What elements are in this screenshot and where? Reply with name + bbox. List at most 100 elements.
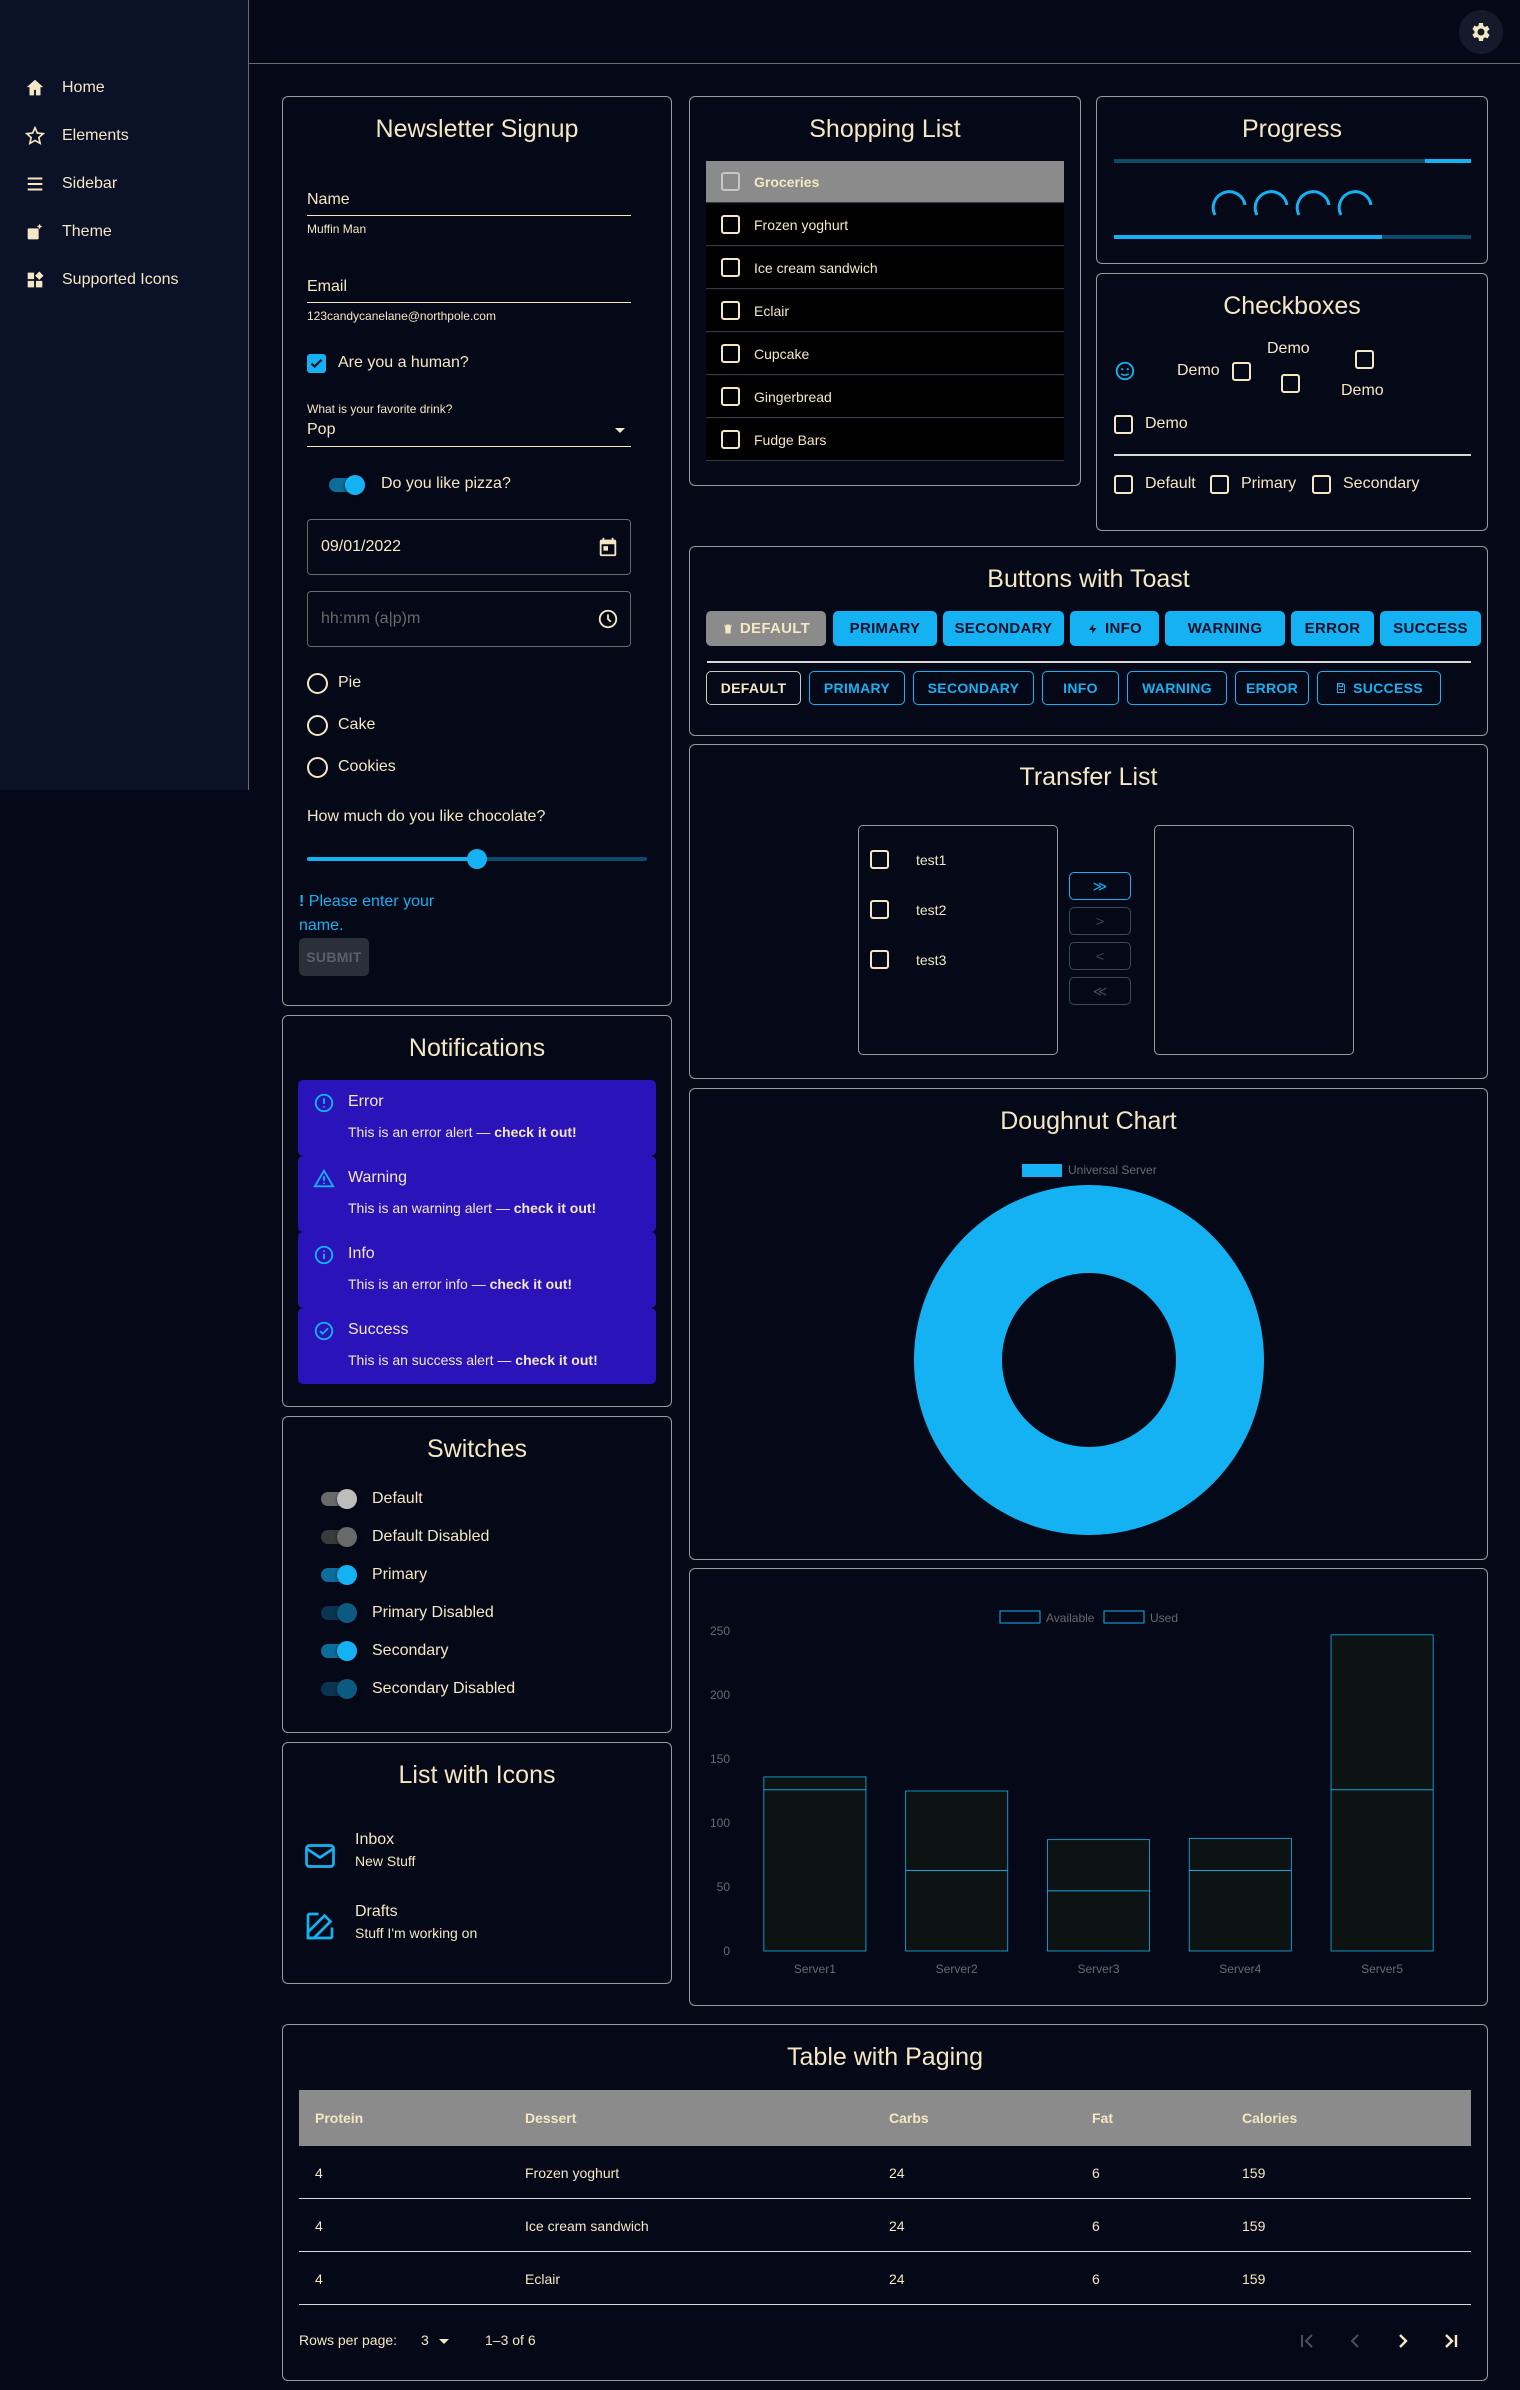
outlined-button-warning[interactable]: WARNING	[1127, 671, 1227, 705]
transfer-item[interactable]: test1	[859, 840, 1057, 880]
demo-checkbox[interactable]	[1281, 374, 1300, 393]
table-row[interactable]: 4 Eclair 24 6 159	[299, 2252, 1471, 2305]
human-checkbox[interactable]	[307, 354, 326, 373]
list-item[interactable]: Fudge Bars	[706, 419, 1064, 461]
switch-default[interactable]	[319, 1487, 359, 1511]
demo-checkbox[interactable]	[1232, 362, 1251, 381]
rows-per-page-select[interactable]: 3	[421, 2330, 455, 2352]
transfer-checkbox[interactable]	[870, 950, 889, 969]
radio-button[interactable]	[307, 715, 328, 736]
move-left-button[interactable]: <	[1069, 942, 1131, 970]
list-item-checkbox[interactable]	[721, 172, 740, 191]
switch-secondary[interactable]	[319, 1639, 359, 1663]
clock-icon[interactable]	[597, 608, 619, 630]
outlined-button-default[interactable]: DEFAULT	[706, 671, 801, 705]
toast-button-warning[interactable]: WARNING	[1165, 611, 1285, 646]
move-all-right-button[interactable]: ≫	[1069, 872, 1131, 900]
legend-swatch[interactable]	[999, 1610, 1041, 1624]
column-header[interactable]: Dessert	[525, 2110, 576, 2126]
transfer-checkbox[interactable]	[870, 900, 889, 919]
sidebar-item-supported-icons[interactable]: Supported Icons	[0, 256, 248, 304]
sidebar-item-sidebar[interactable]: Sidebar	[0, 160, 248, 208]
bar-used[interactable]	[1188, 1869, 1292, 1952]
switch-primary[interactable]	[319, 1563, 359, 1587]
sidebar-item-elements[interactable]: Elements	[0, 112, 248, 160]
list-item-checkbox[interactable]	[721, 344, 740, 363]
list-item-checkbox[interactable]	[721, 387, 740, 406]
radio-button[interactable]	[307, 757, 328, 778]
outlined-button-success[interactable]: SUCCESS	[1317, 671, 1441, 705]
name-field[interactable]	[307, 215, 631, 216]
first-page-icon[interactable]	[1295, 2329, 1319, 2353]
radio-option[interactable]: Pie	[307, 672, 507, 696]
legend-swatch[interactable]	[1103, 1610, 1145, 1624]
list-item[interactable]: Frozen yoghurt	[706, 204, 1064, 246]
table-row[interactable]: 4 Ice cream sandwich 24 6 159	[299, 2199, 1471, 2252]
radio-option[interactable]: Cookies	[307, 756, 507, 780]
list-item[interactable]: Ice cream sandwich	[706, 247, 1064, 289]
list-item[interactable]: Cupcake	[706, 333, 1064, 375]
last-page-icon[interactable]	[1439, 2329, 1463, 2353]
outlined-button-error[interactable]: ERROR	[1235, 671, 1309, 705]
doughnut-slice[interactable]	[913, 1185, 1264, 1535]
prev-page-icon[interactable]	[1343, 2329, 1367, 2353]
bar-used[interactable]	[763, 1789, 867, 1952]
outlined-button-primary[interactable]: PRIMARY	[809, 671, 905, 705]
transfer-item[interactable]: test3	[859, 940, 1057, 980]
next-page-icon[interactable]	[1391, 2329, 1415, 2353]
calendar-icon[interactable]	[597, 536, 619, 558]
chocolate-slider[interactable]	[307, 849, 647, 869]
smiley-icon[interactable]	[1114, 360, 1136, 382]
outlined-button-secondary[interactable]: SECONDARY	[913, 671, 1034, 705]
list-item[interactable]: Gingerbread	[706, 376, 1064, 418]
sidebar-item-home[interactable]: Home	[0, 64, 248, 112]
bar-available[interactable]	[763, 1776, 867, 1791]
bar-available[interactable]	[1047, 1839, 1150, 1892]
column-header[interactable]: Fat	[1092, 2110, 1113, 2126]
outlined-button-info[interactable]: INFO	[1042, 671, 1119, 705]
checkbox[interactable]	[1114, 475, 1133, 494]
legend-swatch[interactable]	[1022, 1164, 1062, 1177]
demo-checkbox[interactable]	[1114, 415, 1133, 434]
column-header[interactable]: Carbs	[889, 2110, 929, 2126]
bar-used[interactable]	[1047, 1890, 1150, 1952]
toast-button-error[interactable]: ERROR	[1291, 611, 1374, 646]
table-row[interactable]: 4 Frozen yoghurt 24 6 159	[299, 2146, 1471, 2199]
pizza-switch[interactable]	[327, 473, 367, 497]
list-item[interactable]: Drafts Stuff I'm working on	[283, 1890, 671, 1960]
bar-available[interactable]	[905, 1790, 1009, 1871]
demo-checkbox[interactable]	[1355, 350, 1374, 369]
list-item[interactable]: Groceries	[706, 161, 1064, 203]
settings-button[interactable]	[1459, 10, 1503, 54]
list-item-checkbox[interactable]	[721, 258, 740, 277]
list-item-checkbox[interactable]	[721, 430, 740, 449]
bar-available[interactable]	[1188, 1837, 1292, 1871]
checkbox[interactable]	[1312, 475, 1331, 494]
radio-button[interactable]	[307, 673, 328, 694]
slider-thumb[interactable]	[467, 849, 487, 869]
sidebar-item-theme[interactable]: Theme	[0, 208, 248, 256]
bar-used[interactable]	[905, 1869, 1009, 1952]
toast-button-default[interactable]: DEFAULT	[706, 611, 826, 646]
toast-button-primary[interactable]: PRIMARY	[833, 611, 937, 646]
checkbox[interactable]	[1210, 475, 1229, 494]
toast-button-success[interactable]: SUCCESS	[1380, 611, 1481, 646]
email-field[interactable]	[307, 302, 631, 303]
list-item-checkbox[interactable]	[721, 215, 740, 234]
transfer-checkbox[interactable]	[870, 850, 889, 869]
column-header[interactable]: Calories	[1242, 2110, 1297, 2126]
bar-available[interactable]	[1330, 1634, 1434, 1791]
time-field[interactable]: hh:mm (a|p)m	[307, 591, 631, 647]
move-right-button[interactable]: >	[1069, 907, 1131, 935]
toast-button-info[interactable]: INFO	[1070, 611, 1159, 646]
column-header[interactable]: Protein	[315, 2110, 363, 2126]
toast-button-secondary[interactable]: SECONDARY	[943, 611, 1064, 646]
radio-option[interactable]: Cake	[307, 714, 507, 738]
bar-used[interactable]	[1330, 1789, 1434, 1952]
list-item-checkbox[interactable]	[721, 301, 740, 320]
drink-select[interactable]: Pop	[307, 419, 631, 447]
move-all-left-button[interactable]: ≪	[1069, 977, 1131, 1005]
date-field[interactable]: 09/01/2022	[307, 519, 631, 575]
transfer-item[interactable]: test2	[859, 890, 1057, 930]
list-item[interactable]: Inbox New Stuff	[283, 1818, 671, 1888]
